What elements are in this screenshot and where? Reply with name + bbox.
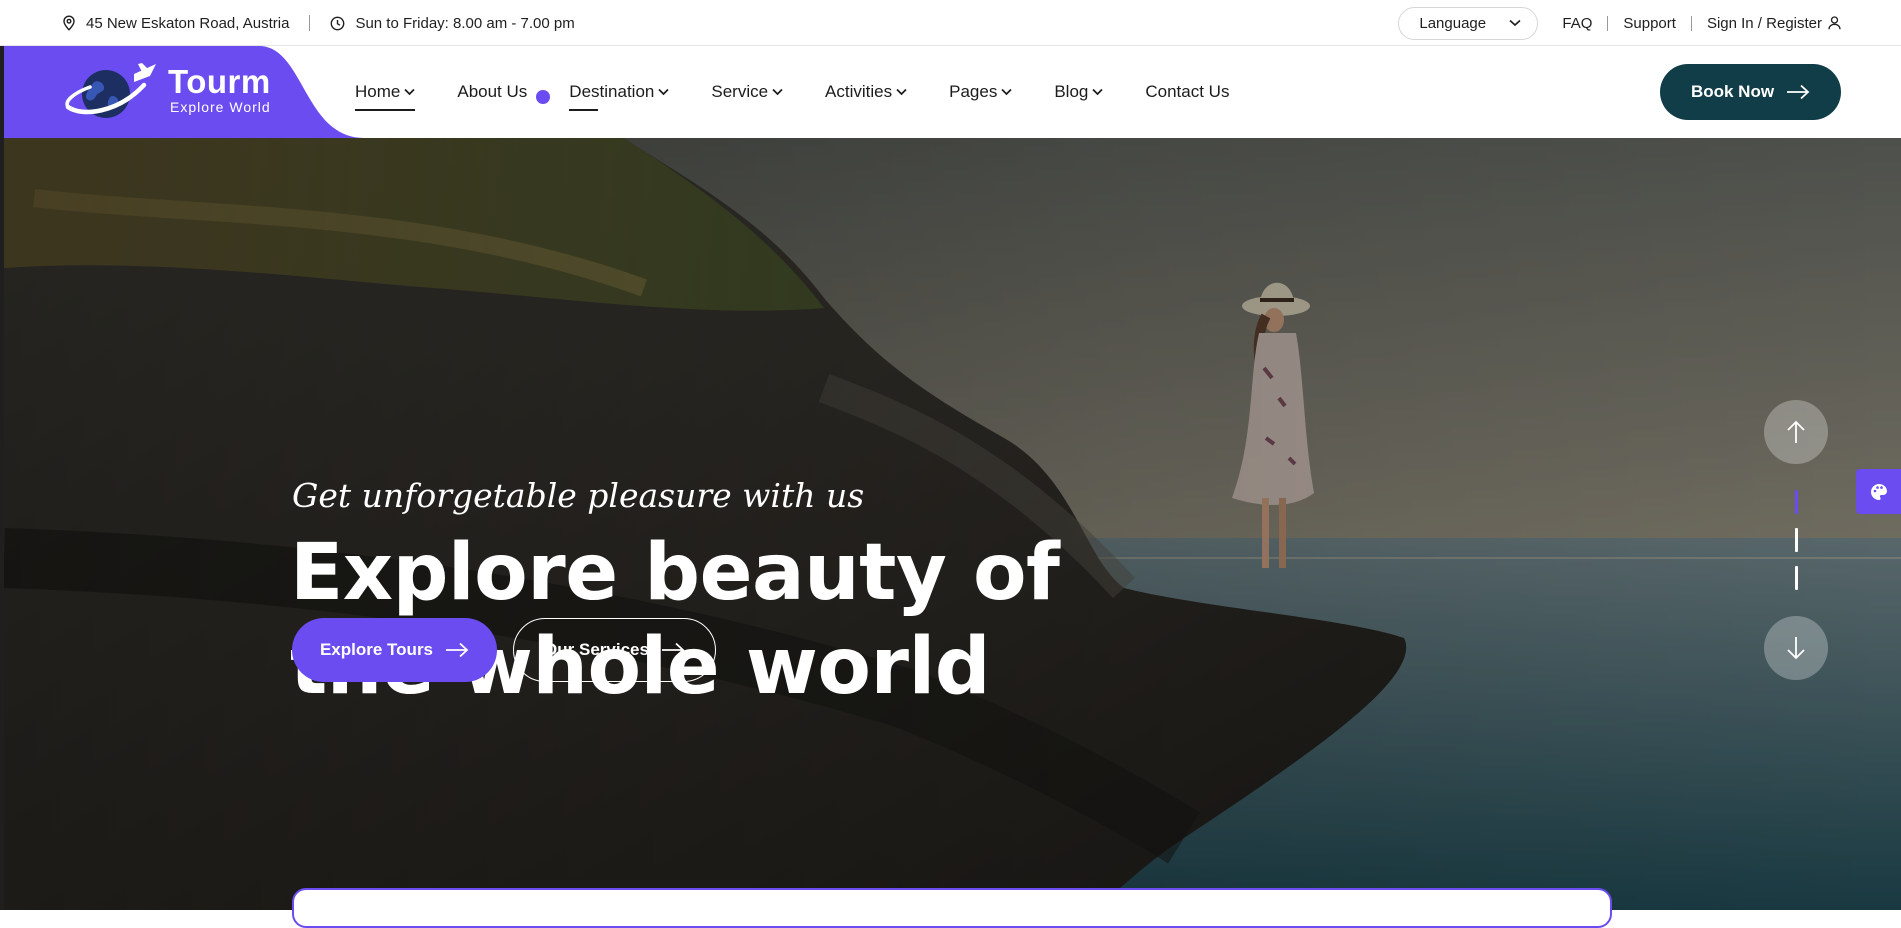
support-link[interactable]: Support: [1623, 15, 1676, 32]
arrow-right-icon: [1786, 84, 1810, 100]
top-bar: 45 New Eskaton Road, Austria Sun to Frid…: [0, 0, 1901, 46]
hero-slider: Get unforgetable pleasure with us Explor…: [4, 138, 1901, 910]
nav-item-activities[interactable]: Activities: [825, 46, 907, 138]
nav-item-about-us[interactable]: About Us: [457, 46, 527, 138]
slider-prev-button[interactable]: [1764, 400, 1828, 464]
chevron-down-icon: [1001, 88, 1012, 96]
explore-tours-button[interactable]: Explore Tours: [292, 618, 497, 682]
slider-pagination-dot[interactable]: [1795, 566, 1798, 590]
hero-background-image: [4, 138, 1901, 910]
brand-text: Tourm Explore World: [168, 63, 271, 116]
nav-item-destination[interactable]: Destination: [569, 46, 669, 138]
divider: [1690, 15, 1692, 31]
nav-label: Blog: [1054, 82, 1089, 101]
nav-item-contact-us[interactable]: Contact Us: [1145, 46, 1229, 138]
arrow-right-icon: [445, 642, 469, 658]
nav-label: Activities: [825, 82, 893, 101]
nav-item-service[interactable]: Service: [711, 46, 783, 138]
nav-label: Service: [711, 82, 769, 101]
main-nav: Home About Us Destination Service Activi…: [355, 46, 1229, 138]
hero-title-line: Explore beauty of: [290, 528, 1060, 618]
slider-next-button[interactable]: [1764, 616, 1828, 680]
nav-item-home[interactable]: Home: [355, 46, 416, 138]
arrow-right-icon: [661, 642, 685, 658]
nav-item-blog[interactable]: Blog: [1054, 46, 1103, 138]
book-now-label: Book Now: [1690, 82, 1775, 101]
sign-in-label: Sign In / Register: [1706, 14, 1822, 32]
user-icon: [1828, 16, 1841, 30]
hours-text: Sun to Friday: 8.00 am - 7.00 pm: [355, 14, 575, 32]
chevron-down-icon: [772, 88, 783, 96]
main-header: Tourm Explore World Home About Us Destin…: [0, 46, 1901, 138]
arrow-up-icon: [1786, 420, 1806, 444]
chevron-down-icon: [404, 88, 415, 96]
address-text: 45 New Eskaton Road, Austria: [86, 14, 290, 32]
nav-label: Home: [355, 82, 401, 101]
hours-info: Sun to Friday: 8.00 am - 7.00 pm: [330, 14, 575, 32]
globe-plane-icon: [62, 62, 162, 120]
palette-icon: [1870, 483, 1888, 501]
slider-pagination-active[interactable]: [1795, 490, 1798, 514]
explore-tours-label: Explore Tours: [319, 640, 434, 659]
nav-label: Contact Us: [1145, 82, 1230, 101]
chevron-down-icon: [1509, 19, 1521, 27]
divider: [1607, 15, 1609, 31]
sign-in-link[interactable]: Sign In / Register: [1707, 15, 1841, 32]
hero-subtitle: Get unforgetable pleasure with us: [292, 476, 865, 515]
brand-tagline: Explore World: [170, 99, 271, 115]
chevron-down-icon: [896, 88, 907, 96]
brand-name: Tourm: [168, 63, 271, 100]
nav-item-pages[interactable]: Pages: [949, 46, 1012, 138]
divider: [309, 15, 311, 31]
faq-link[interactable]: FAQ: [1562, 15, 1592, 32]
language-select[interactable]: Language: [1398, 6, 1539, 40]
brand-logo[interactable]: Tourm Explore World: [62, 62, 271, 120]
chevron-down-icon: [658, 88, 669, 96]
contact-info: 45 New Eskaton Road, Austria Sun to Frid…: [62, 0, 575, 46]
map-pin-icon: [62, 15, 76, 31]
language-label: Language: [1419, 14, 1487, 32]
nav-label: Pages: [949, 82, 998, 101]
arrow-down-icon: [1786, 636, 1806, 660]
clock-icon: [330, 16, 345, 31]
slider-pagination-dot[interactable]: [1795, 528, 1798, 552]
nav-label: Destination: [569, 82, 655, 101]
tour-search-panel[interactable]: [292, 888, 1612, 928]
theme-switcher-button[interactable]: [1856, 469, 1901, 514]
chevron-down-icon: [1092, 88, 1103, 96]
nav-label: About Us: [457, 82, 528, 101]
top-bar-actions: Language FAQ Support Sign In / Register: [1398, 0, 1841, 46]
our-services-button[interactable]: Our Services: [513, 618, 716, 682]
our-services-label: Our Services: [544, 640, 649, 659]
address-info: 45 New Eskaton Road, Austria: [62, 15, 289, 32]
book-now-button[interactable]: Book Now: [1660, 64, 1841, 120]
